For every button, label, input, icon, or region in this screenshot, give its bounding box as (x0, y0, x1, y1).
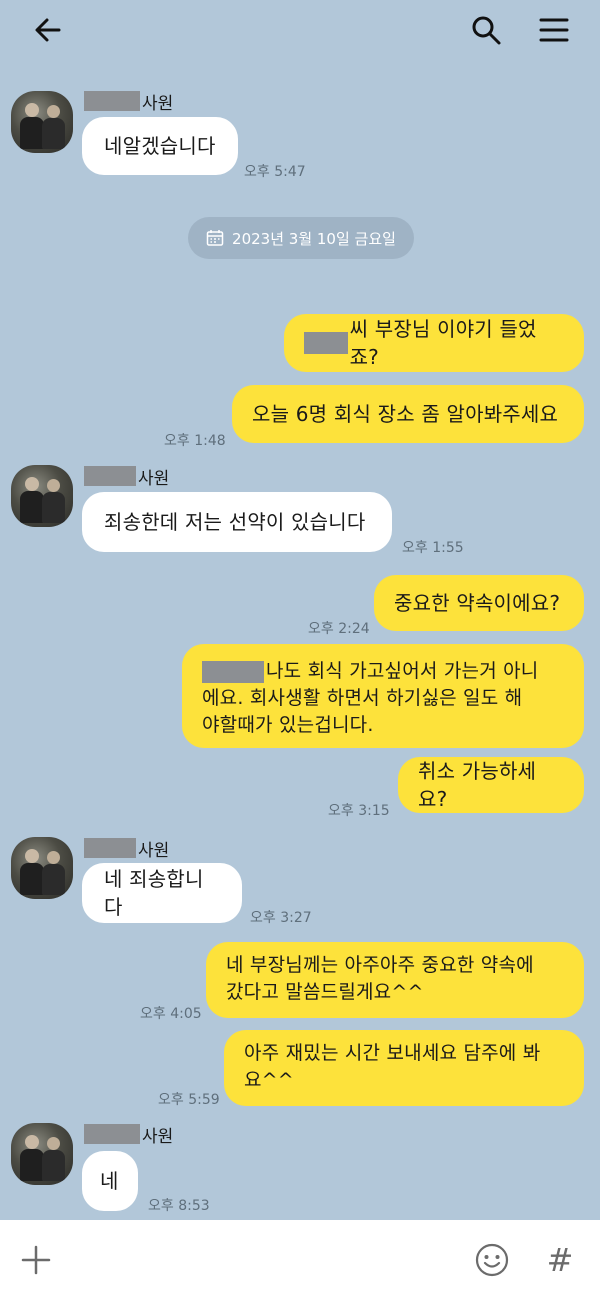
outgoing-message[interactable]: 취소 가능하세요? (398, 757, 584, 813)
input-bar[interactable]: # (0, 1220, 600, 1301)
menu-button[interactable] (532, 10, 576, 50)
emoji-button[interactable] (472, 1240, 512, 1280)
message-time: 오후 3:27 (250, 910, 312, 926)
outgoing-message[interactable]: 나도 회식 가고싶어서 가는거 아니 에요. 회사생활 하면서 하기싫은 일도 … (182, 644, 584, 748)
redacted-name (84, 91, 140, 111)
redacted-name (84, 1124, 140, 1144)
outgoing-message[interactable]: 아주 재밌는 시간 보내세요 담주에 봐 요^^ (224, 1030, 584, 1106)
outgoing-message[interactable]: 씨 부장님 이야기 들었죠? (284, 314, 584, 372)
attach-button[interactable] (16, 1240, 56, 1280)
redacted-name (202, 660, 264, 683)
message-time: 오후 5:59 (158, 1092, 220, 1108)
search-button[interactable] (466, 10, 506, 50)
outgoing-message[interactable]: 네 부장님께는 아주아주 중요한 약속에 갔다고 말씀드릴게요^^ (206, 942, 584, 1018)
hashtag-button[interactable]: # (540, 1240, 580, 1280)
incoming-message[interactable]: 네 죄송합니다 (82, 863, 242, 923)
sender-name: 사원 (84, 835, 169, 861)
emoji-icon (475, 1243, 509, 1277)
plus-icon (21, 1245, 51, 1275)
incoming-message[interactable]: 네알겠습니다 (82, 117, 238, 175)
redacted-name (304, 332, 348, 354)
calendar-icon (206, 230, 224, 246)
message-time: 오후 2:24 (308, 621, 370, 637)
redacted-name (84, 838, 136, 858)
message-time: 오후 3:15 (328, 803, 390, 819)
hashtag-icon: # (546, 1241, 574, 1279)
chat-area[interactable]: 사원 네알겠습니다 오후 5:47 2023년 3월 10일 금요일 씨 부장님… (0, 62, 600, 1220)
message-time: 오후 1:55 (402, 540, 464, 556)
incoming-message[interactable]: 죄송한데 저는 선약이 있습니다 (82, 492, 392, 552)
incoming-message[interactable]: 네 (82, 1151, 138, 1211)
outgoing-message[interactable]: 오늘 6명 회식 장소 좀 알아봐주세요 (232, 385, 584, 443)
hamburger-menu-icon (539, 18, 569, 42)
message-time: 오후 8:53 (148, 1198, 210, 1214)
message-time: 오후 1:48 (164, 433, 226, 449)
avatar[interactable] (11, 1123, 73, 1185)
avatar[interactable] (11, 465, 73, 527)
search-icon (472, 16, 501, 45)
avatar[interactable] (11, 91, 73, 153)
outgoing-message[interactable]: 중요한 약속이에요? (374, 575, 584, 631)
message-time: 오후 5:47 (244, 164, 306, 180)
sender-name: 사원 (84, 1121, 173, 1147)
redacted-name (84, 466, 136, 486)
message-time: 오후 4:05 (140, 1006, 202, 1022)
date-divider: 2023년 3월 10일 금요일 (188, 217, 414, 259)
avatar[interactable] (11, 837, 73, 899)
arrow-left-icon (35, 18, 61, 42)
sender-name: 사원 (84, 88, 173, 114)
sender-name: 사원 (84, 463, 169, 489)
back-button[interactable] (28, 10, 68, 50)
chat-header (0, 0, 600, 62)
